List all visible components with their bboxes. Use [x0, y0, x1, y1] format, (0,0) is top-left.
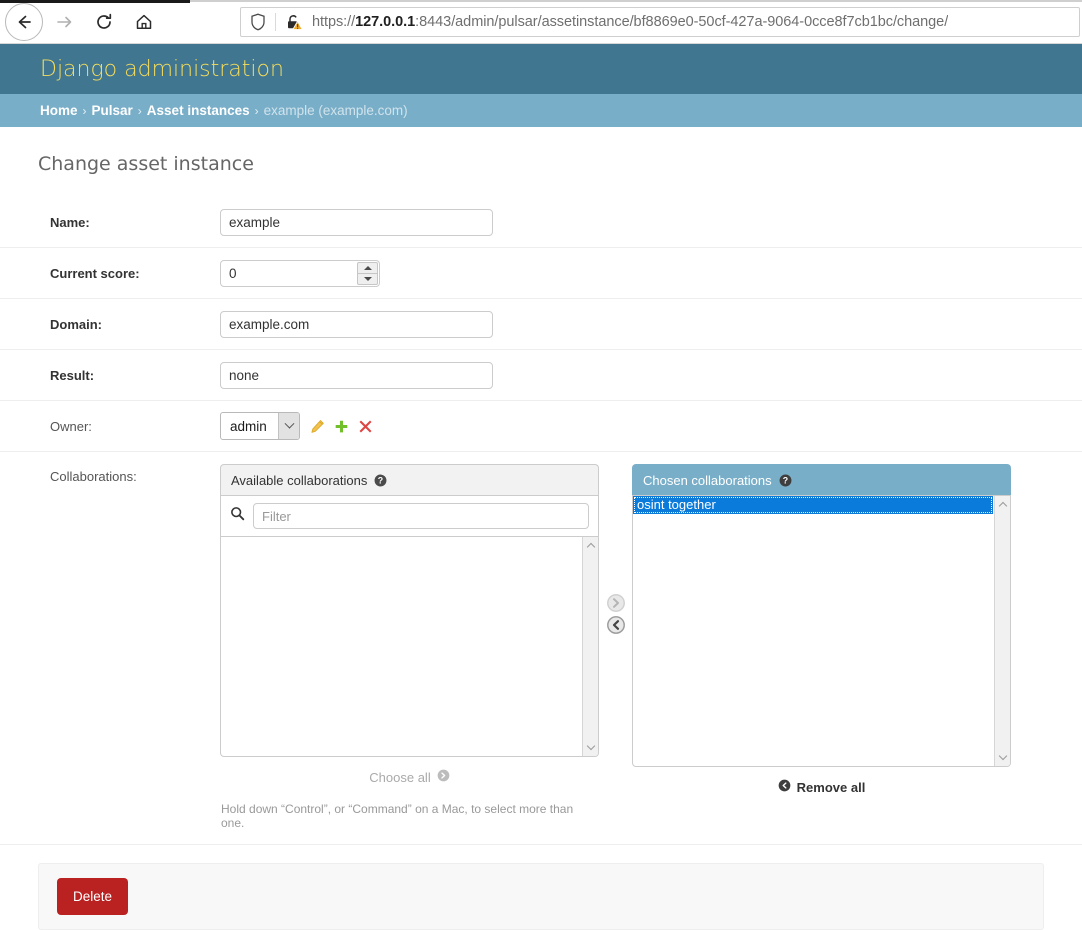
available-collaborations-header: Available collaborations ? — [220, 464, 599, 495]
triangle-down-icon — [363, 276, 372, 281]
search-icon — [230, 506, 245, 526]
delete-button[interactable]: Delete — [57, 878, 129, 915]
name-label: Name: — [50, 214, 90, 230]
breadcrumb-separator: › — [82, 103, 87, 118]
available-list-scrollbar[interactable] — [582, 537, 598, 756]
choose-all-button[interactable]: Choose all — [220, 757, 599, 785]
owner-related-actions — [310, 419, 373, 434]
owner-select-value: admin — [230, 418, 267, 434]
question-mark-icon[interactable]: ? — [779, 474, 792, 487]
scroll-down-arrow-icon[interactable] — [583, 739, 598, 756]
submit-row: Delete — [38, 863, 1044, 930]
form-row-collaborations: Collaborations: Available collaborations… — [0, 452, 1082, 845]
triangle-up-icon — [363, 265, 372, 270]
question-mark-icon[interactable]: ? — [374, 474, 387, 487]
breadcrumb-separator: › — [254, 103, 259, 118]
svg-text:?: ? — [782, 475, 787, 485]
remove-selected-button[interactable] — [605, 615, 627, 640]
selector-chooser-column — [599, 464, 632, 638]
domain-label: Domain: — [50, 316, 102, 332]
choose-all-label: Choose all — [369, 769, 431, 785]
url-scheme: https:// — [312, 14, 356, 30]
url-bar[interactable]: https://127.0.0.1:8443/admin/pulsar/asse… — [240, 7, 1080, 37]
add-selected-button[interactable] — [605, 593, 627, 616]
scroll-down-arrow-icon[interactable] — [995, 749, 1010, 766]
chevron-down-icon[interactable] — [278, 413, 299, 439]
back-button[interactable] — [5, 3, 43, 41]
cross-icon[interactable] — [358, 419, 373, 434]
collaborations-help-text: Hold down “Control”, or “Command” on a M… — [221, 802, 574, 830]
available-filter-bar — [220, 495, 599, 536]
scroll-up-arrow-icon[interactable] — [995, 496, 1010, 513]
collaborations-selector: Available collaborations ? Filter Choose… — [220, 464, 1082, 830]
plus-icon[interactable] — [334, 419, 349, 434]
lock-warning-icon[interactable] — [276, 13, 312, 32]
available-collaborations-list[interactable] — [220, 536, 599, 757]
browser-chrome: https://127.0.0.1:8443/admin/pulsar/asse… — [0, 0, 1082, 44]
remove-all-label: Remove all — [796, 779, 866, 795]
url-path: :8443/admin/pulsar/assetinstance/bf8869e… — [415, 14, 949, 30]
svg-text:?: ? — [378, 475, 383, 485]
forward-arrow-icon — [54, 12, 74, 32]
scroll-up-arrow-icon[interactable] — [583, 537, 598, 554]
arrow-left-circle-icon — [778, 779, 791, 795]
name-input[interactable] — [220, 208, 493, 236]
pencil-icon[interactable] — [310, 419, 325, 434]
domain-input[interactable] — [220, 310, 493, 338]
navigation-buttons — [0, 0, 163, 44]
result-input[interactable] — [220, 361, 493, 389]
remove-all-button[interactable]: Remove all — [632, 767, 1011, 795]
result-label: Result: — [50, 367, 95, 383]
url-text: https://127.0.0.1:8443/admin/pulsar/asse… — [312, 14, 948, 30]
reload-button[interactable] — [85, 3, 123, 41]
collaborations-label: Collaborations: — [50, 469, 137, 484]
forward-button — [45, 3, 83, 41]
owner-label: Owner: — [50, 418, 92, 434]
list-item[interactable]: osint together — [633, 496, 993, 514]
chosen-list-scrollbar[interactable] — [994, 496, 1010, 766]
page-title: Change asset instance — [38, 153, 254, 175]
url-host: 127.0.0.1 — [355, 14, 416, 30]
owner-select-wrap: admin — [220, 412, 373, 440]
back-arrow-icon — [14, 12, 34, 32]
breadcrumb-current: example (example.com) — [263, 103, 408, 118]
arrow-right-circle-icon — [437, 769, 450, 785]
available-filter-input[interactable] — [253, 503, 589, 529]
change-form: Name: Current score: Domain: — [0, 197, 1082, 845]
tab-strip-edge — [190, 0, 1082, 2]
shield-icon[interactable] — [241, 13, 275, 31]
spinner-up-button[interactable] — [358, 263, 377, 273]
breadcrumb-pulsar[interactable]: Pulsar — [92, 103, 133, 118]
arrow-left-circle-icon — [606, 615, 626, 640]
number-spinner[interactable] — [357, 261, 378, 285]
chosen-collaborations-list[interactable]: osint together — [632, 495, 1011, 767]
home-icon — [134, 12, 154, 32]
form-row-current-score: Current score: — [0, 248, 1082, 299]
current-score-stepper[interactable] — [220, 259, 380, 287]
breadcrumb-home[interactable]: Home — [40, 103, 78, 118]
breadcrumb-separator: › — [137, 103, 142, 118]
current-score-input[interactable] — [220, 259, 380, 287]
reload-icon — [94, 12, 114, 32]
form-row-owner: Owner: admin — [0, 401, 1082, 452]
breadcrumb-asset-instances[interactable]: Asset instances — [147, 103, 250, 118]
main-content: Change asset instance Name: Current scor… — [0, 127, 1082, 930]
chosen-collaborations-box: Chosen collaborations ? osint together R… — [632, 464, 1011, 795]
site-title[interactable]: Django administration — [40, 57, 284, 82]
chosen-collaborations-header: Chosen collaborations ? — [632, 464, 1011, 495]
form-row-domain: Domain: — [0, 299, 1082, 350]
form-row-name: Name: — [0, 197, 1082, 248]
available-collaborations-title: Available collaborations — [231, 472, 368, 488]
breadcrumb: Home › Pulsar › Asset instances › exampl… — [0, 94, 1082, 127]
spinner-down-button[interactable] — [358, 274, 377, 284]
available-collaborations-box: Available collaborations ? Filter Choose… — [220, 464, 599, 830]
django-header: Django administration — [0, 44, 1082, 94]
owner-select[interactable]: admin — [220, 412, 300, 440]
chosen-collaborations-title: Chosen collaborations — [643, 472, 772, 488]
home-button[interactable] — [125, 3, 163, 41]
form-row-result: Result: — [0, 350, 1082, 401]
current-score-label: Current score: — [50, 265, 140, 281]
